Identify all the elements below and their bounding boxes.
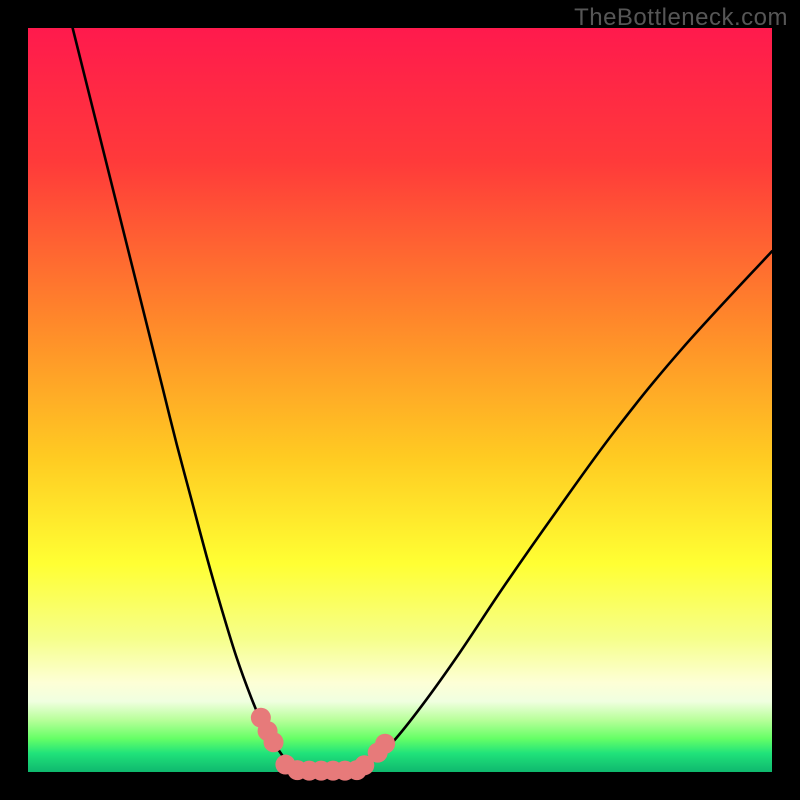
bottleneck-chart bbox=[0, 0, 800, 800]
plot-background bbox=[28, 28, 772, 772]
highlight-dot bbox=[264, 732, 284, 752]
highlight-dot bbox=[375, 734, 395, 754]
watermark-text: TheBottleneck.com bbox=[574, 4, 788, 32]
chart-frame: TheBottleneck.com bbox=[0, 0, 800, 800]
